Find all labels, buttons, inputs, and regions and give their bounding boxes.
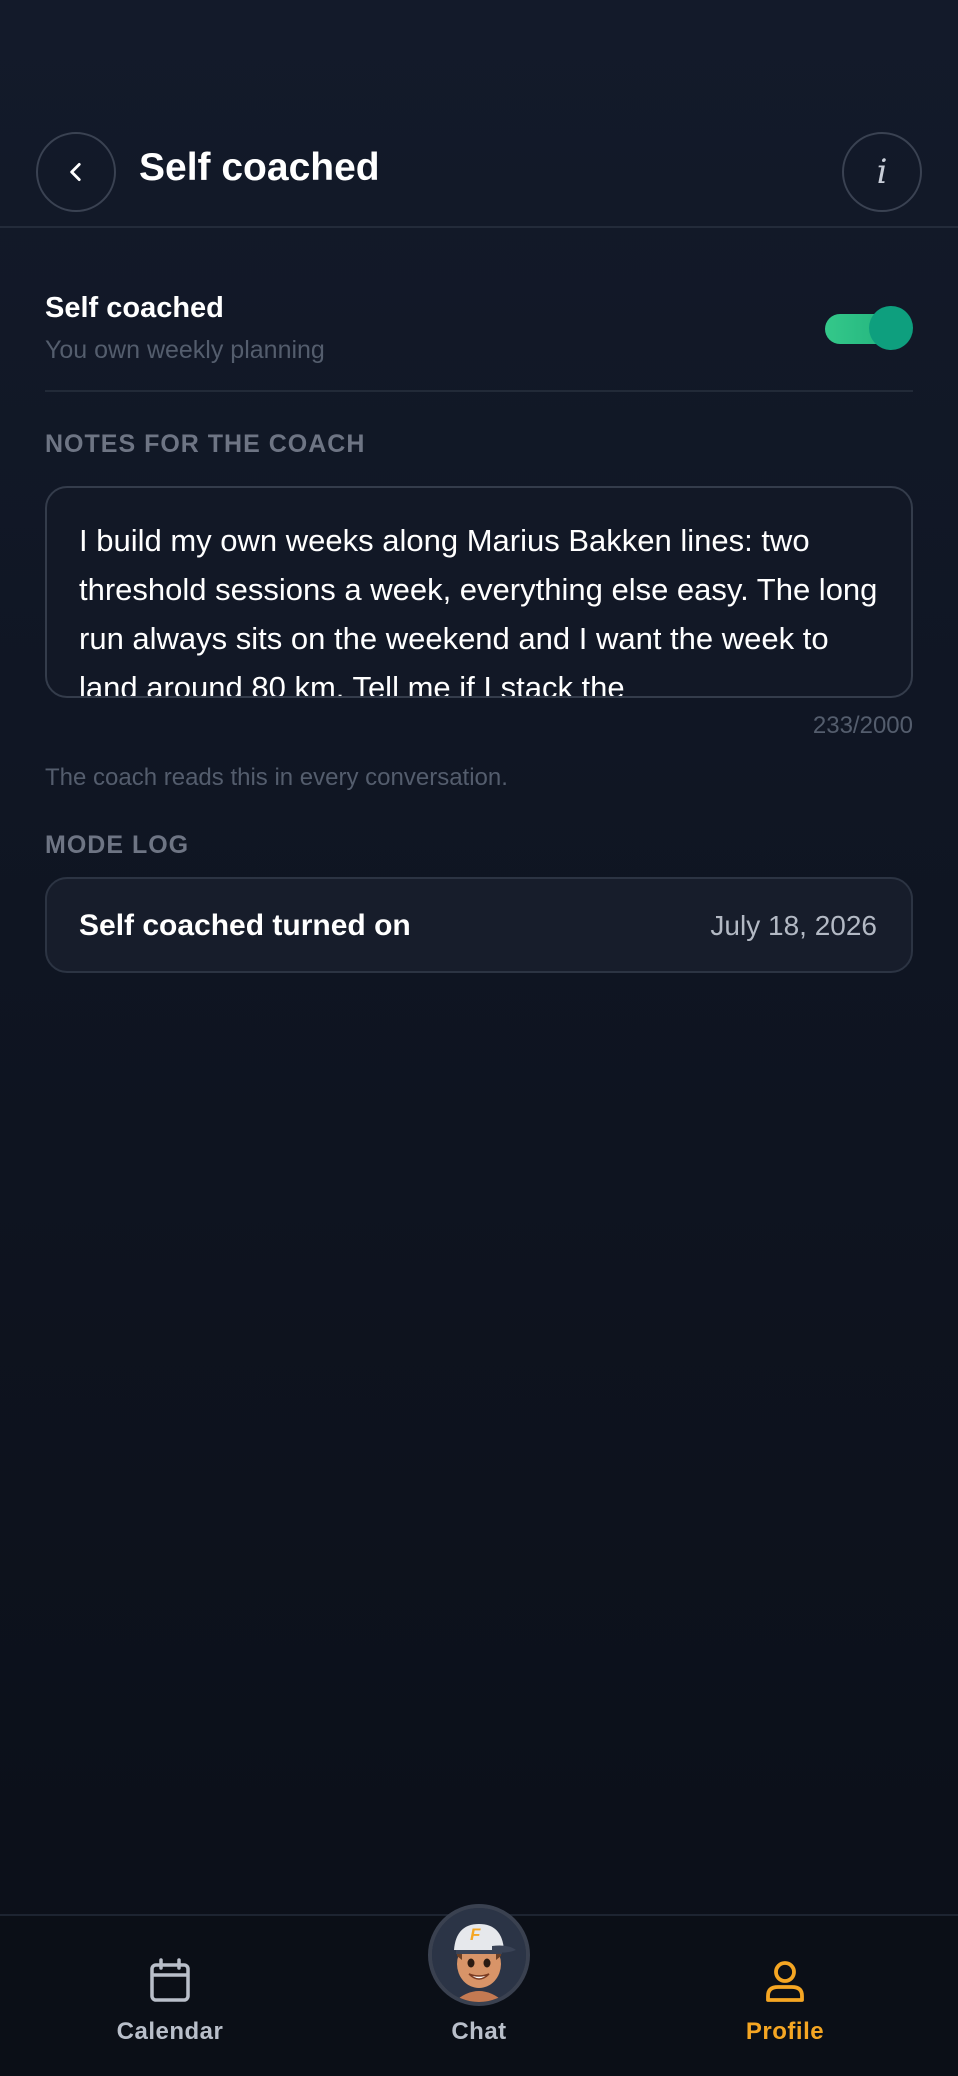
notes-hint: The coach reads this in every conversati… (45, 764, 508, 791)
mode-log-entry: Self coached turned on July 18, 2026 (45, 877, 913, 973)
nav-label-chat: Chat (451, 2018, 507, 2045)
nav-item-calendar[interactable]: Calendar (70, 1916, 270, 2076)
back-button[interactable] (36, 132, 116, 212)
character-count: 233/2000 (812, 712, 913, 739)
nav-label-profile: Profile (745, 2018, 825, 2045)
notes-textarea[interactable]: I build my own weeks along Marius Bakken… (45, 486, 913, 698)
info-button[interactable]: i (842, 132, 922, 212)
coach-avatar-badge: F (470, 1925, 481, 1944)
self-coached-label: Self coached (45, 292, 224, 324)
page-title: Self coached (139, 146, 380, 189)
self-coached-subtitle: You own weekly planning (45, 336, 325, 364)
mode-log-entry-title: Self coached turned on (79, 909, 411, 942)
notes-section-label: NOTES FOR THE COACH (45, 430, 366, 458)
coach-avatar[interactable]: F (428, 1904, 530, 2006)
mode-log-entry-date: July 18, 2026 (710, 910, 877, 941)
chevron-left-icon (70, 163, 81, 181)
mode-log-section-label: MODE LOG (45, 831, 190, 859)
self-coached-toggle[interactable] (825, 306, 913, 354)
info-icon: i (876, 152, 888, 192)
toggle-knob (869, 306, 913, 350)
nav-label-calendar: Calendar (116, 2018, 224, 2045)
profile-icon (766, 1961, 804, 2002)
calendar-icon (150, 1958, 190, 2002)
notes-text: I build my own weeks along Marius Bakken… (79, 523, 878, 698)
coach-avatar-icon (432, 1908, 526, 2002)
self-coached-row: Self coached You own weekly planning (45, 286, 913, 392)
nav-item-profile[interactable]: Profile (685, 1916, 885, 2076)
header-bar: Self coached i (0, 0, 958, 228)
